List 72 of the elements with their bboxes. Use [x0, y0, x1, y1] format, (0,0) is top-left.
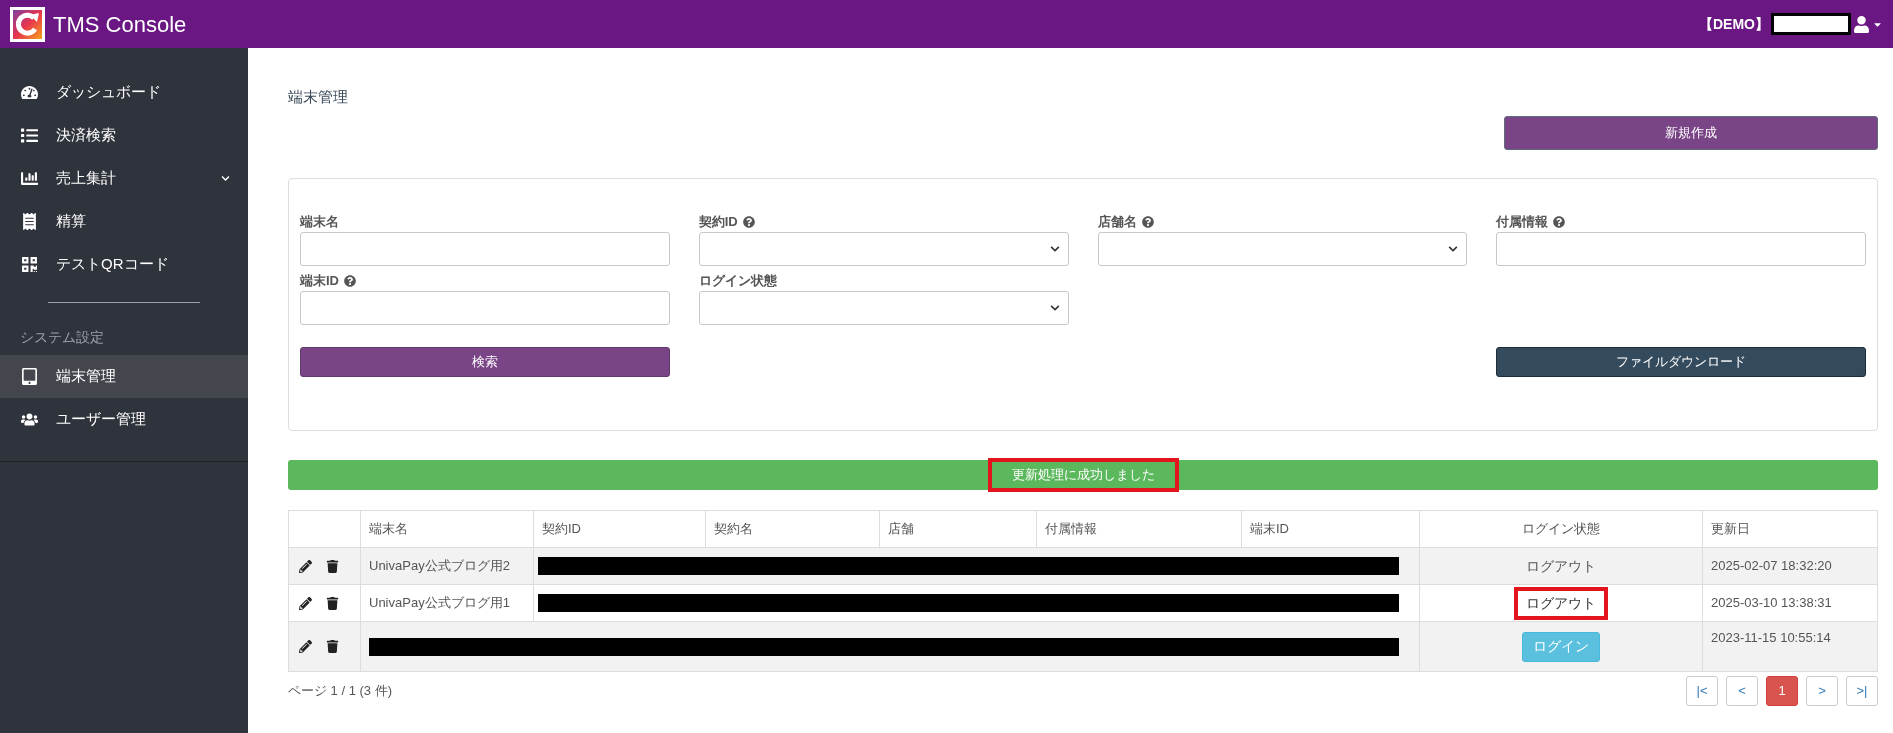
- text-field[interactable]: [300, 291, 670, 325]
- sidebar-item[interactable]: ダッシュボード: [0, 71, 248, 114]
- select-field[interactable]: [1097, 232, 1468, 266]
- chevron-down-icon: [221, 174, 230, 183]
- app-title: TMS Console: [53, 10, 187, 39]
- chevron-down-icon: [1049, 303, 1060, 313]
- tablet-icon: [20, 368, 38, 385]
- edit-icon[interactable]: [299, 559, 312, 573]
- field-label: 付属情報: [1496, 213, 1549, 232]
- delete-icon[interactable]: [326, 640, 339, 653]
- section-label: システム設定: [19, 327, 105, 347]
- page-title: 端末管理: [288, 87, 349, 106]
- table-cell: 2023-11-15 10:55:14: [1702, 621, 1878, 672]
- table-cell: UnivaPay公式ブログ用2: [360, 547, 534, 585]
- search-button[interactable]: 検索: [300, 347, 670, 377]
- sidebar-item[interactable]: 決済検索: [0, 114, 248, 157]
- page-summary: ページ 1 / 1 (3 件): [288, 682, 393, 701]
- list-icon: [20, 127, 38, 144]
- bar-chart-icon: [20, 170, 38, 187]
- user-menu[interactable]: [1853, 15, 1883, 33]
- receipt-icon: [20, 213, 38, 230]
- sidebar-item[interactable]: ユーザー管理: [0, 398, 248, 441]
- chevron-down-icon: [1448, 244, 1459, 254]
- column-header: ログイン状態: [1419, 510, 1703, 548]
- pagination-button[interactable]: <: [1726, 676, 1758, 706]
- select-field[interactable]: [698, 291, 1069, 325]
- field-label: ログイン状態: [698, 272, 777, 291]
- select-field[interactable]: [698, 232, 1069, 266]
- logo-icon: [10, 6, 45, 42]
- user-icon: [1853, 15, 1870, 33]
- edit-icon[interactable]: [299, 596, 312, 610]
- column-header: 更新日: [1702, 510, 1878, 548]
- delete-icon[interactable]: [326, 596, 339, 610]
- pagination-button[interactable]: |<: [1686, 676, 1718, 706]
- column-header: 端末名: [360, 510, 534, 548]
- delete-icon[interactable]: [326, 559, 339, 573]
- sidebar-item[interactable]: テストQRコード: [0, 243, 248, 286]
- sidebar-item[interactable]: 端末管理: [0, 355, 248, 398]
- pagination-button[interactable]: >|: [1846, 676, 1878, 706]
- help-icon: [1141, 216, 1154, 228]
- table-cell: 2025-02-07 18:32:20: [1702, 547, 1878, 585]
- status-text: ログアウト: [1525, 556, 1597, 576]
- table-cell: UnivaPay公式ブログ用1: [360, 584, 534, 622]
- column-header: 付属情報: [1036, 510, 1242, 548]
- status-text: ログアウト: [1514, 586, 1608, 620]
- column-header: 端末ID: [1241, 510, 1420, 548]
- text-field[interactable]: [1496, 232, 1866, 266]
- field-label: 端末ID: [300, 272, 339, 291]
- help-icon: [1553, 216, 1566, 228]
- pagination-button[interactable]: >: [1806, 676, 1838, 706]
- column-header: 契約名: [705, 510, 880, 548]
- text-field[interactable]: [300, 232, 670, 266]
- sidebar-item[interactable]: 精算: [0, 200, 248, 243]
- new-button[interactable]: 新規作成: [1504, 116, 1878, 150]
- field-label: 店舗名: [1097, 213, 1137, 232]
- gauge-icon: [20, 84, 38, 101]
- users-icon: [20, 411, 38, 428]
- qr-code-icon: [20, 256, 38, 273]
- column-header: 店舗: [879, 510, 1037, 548]
- column-header: 契約ID: [533, 510, 706, 548]
- help-icon: [742, 216, 755, 228]
- pagination-button[interactable]: 1: [1766, 676, 1798, 706]
- sidebar-item[interactable]: 売上集計: [0, 157, 248, 200]
- table-cell: 2025-03-10 13:38:31: [1702, 584, 1878, 622]
- chevron-down-icon: [1049, 244, 1060, 254]
- environment-label: 【DEMO】: [1699, 14, 1769, 34]
- help-icon: [344, 275, 356, 287]
- download-button[interactable]: ファイルダウンロード: [1496, 347, 1866, 377]
- edit-icon[interactable]: [299, 640, 312, 653]
- field-label: 契約ID: [698, 213, 738, 232]
- alert-message: 更新処理に成功しました: [987, 458, 1179, 492]
- field-label: 端末名: [300, 213, 339, 232]
